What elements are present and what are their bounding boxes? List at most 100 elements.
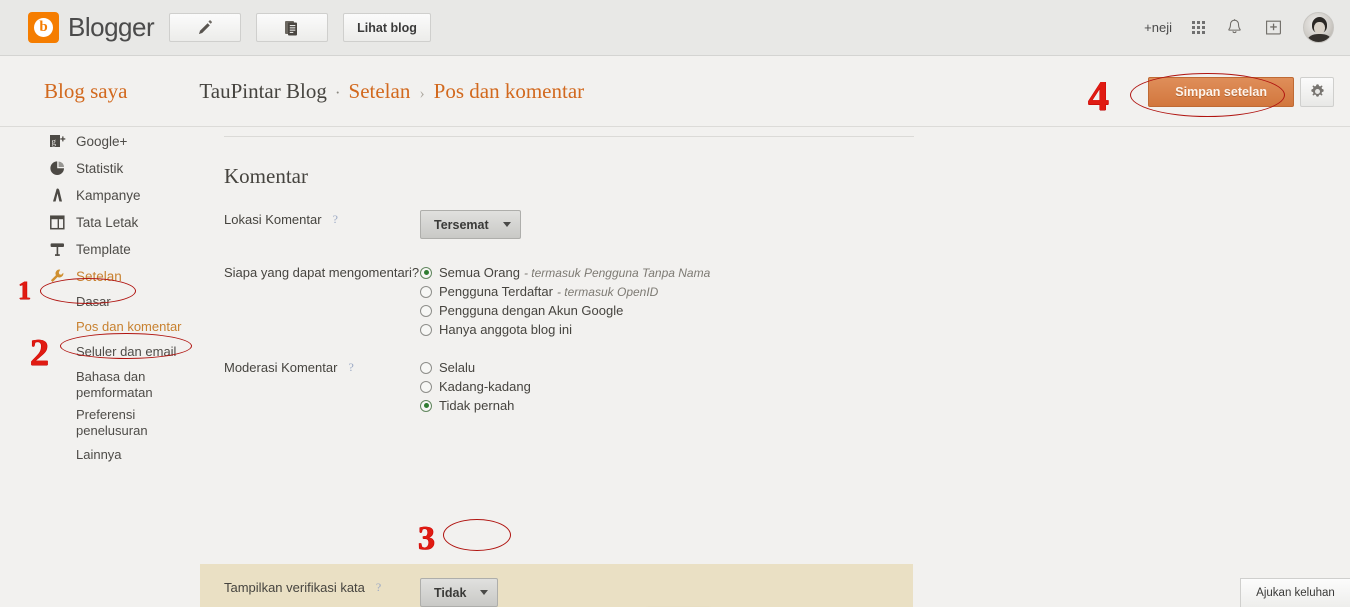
account-name[interactable]: +neji — [1144, 20, 1172, 35]
sidebar-label: Template — [76, 242, 131, 257]
radio-indicator — [420, 323, 432, 336]
sidebar-item-statistik[interactable]: Statistik — [0, 155, 200, 182]
setting-row-lokasi-komentar: Lokasi Komentar ? Tersemat — [200, 210, 915, 239]
pie-chart-icon — [48, 159, 67, 178]
sidebar-item-tata-letak[interactable]: Tata Letak — [0, 209, 200, 236]
radio-option-pengguna-terdaftar[interactable]: Pengguna Terdaftar - termasuk OpenID — [420, 282, 915, 301]
blogger-settings-page: b Blogger Lihat blog +neji Blog saya Tau… — [0, 0, 1350, 607]
sidebar-subitem-lainnya[interactable]: Lainnya — [0, 441, 200, 466]
sidebar-label: Kampanye — [76, 188, 141, 203]
sidebar-label: Statistik — [76, 161, 124, 176]
annotation-ellipse-setelan — [40, 278, 136, 304]
posts-list-icon — [283, 19, 301, 37]
sidebar-label: Google+ — [76, 134, 128, 149]
radio-indicator — [420, 380, 432, 393]
radio-option-anggota-blog[interactable]: Hanya anggota blog ini — [420, 320, 915, 339]
setting-row-siapa-mengomentari: Siapa yang dapat mengomentari? Semua Ora… — [200, 263, 915, 339]
setting-label-siapa: Siapa yang dapat mengomentari? — [200, 263, 420, 280]
annotation-ellipse-tidak-option — [443, 519, 511, 551]
settings-content-panel: Komentar Lokasi Komentar ? Tersemat Siap… — [200, 128, 1350, 607]
megaphone-icon — [48, 186, 67, 205]
share-plus-icon[interactable] — [1264, 18, 1283, 37]
breadcrumb-blog-name: TauPintar Blog — [199, 79, 327, 103]
setting-label-text: Lokasi Komentar — [224, 212, 322, 227]
new-post-button[interactable] — [169, 13, 242, 42]
sidebar-item-google-plus[interactable]: g Google+ — [0, 128, 200, 155]
radio-label: Hanya anggota blog ini — [439, 322, 572, 337]
bell-icon[interactable] — [1225, 18, 1244, 37]
help-icon[interactable]: ? — [333, 212, 338, 227]
setting-label-text: Siapa yang dapat mengomentari? — [224, 265, 420, 280]
radio-indicator — [420, 361, 432, 374]
top-navigation-bar: b Blogger Lihat blog +neji — [0, 0, 1350, 56]
page-title: Komentar — [224, 164, 308, 188]
radio-label: Tidak pernah — [439, 398, 515, 413]
setting-field-moderasi: Selalu Kadang-kadang Tidak pernah — [420, 358, 915, 415]
sidebar-subitem-bahasa-dan-pemformatan[interactable]: Bahasa dan pemformatan — [0, 365, 200, 403]
view-blog-button[interactable]: Lihat blog — [343, 13, 431, 42]
setting-label-text: Moderasi Komentar — [224, 360, 338, 375]
lokasi-komentar-dropdown[interactable]: Tersemat — [420, 210, 521, 239]
google-plus-icon: g — [48, 132, 67, 151]
topbar-right-group: +neji — [1144, 12, 1334, 43]
sidebar: g Google+ Statistik Kampanye Tata Letak … — [0, 128, 200, 607]
breadcrumb-separator: › — [419, 85, 425, 102]
radio-option-akun-google[interactable]: Pengguna dengan Akun Google — [420, 301, 915, 320]
feedback-tab[interactable]: Ajukan keluhan — [1240, 578, 1350, 607]
chevron-down-icon — [480, 590, 489, 595]
annotation-ellipse-save-button — [1130, 73, 1285, 117]
setting-field-siapa: Semua Orang - termasuk Pengguna Tanpa Na… — [420, 263, 915, 339]
apps-grid-icon[interactable] — [1192, 21, 1205, 34]
radio-label: Pengguna dengan Akun Google — [439, 303, 624, 318]
paint-roller-icon — [48, 240, 67, 259]
layout-grid-icon — [48, 213, 67, 232]
radio-label: Pengguna Terdaftar — [439, 284, 553, 299]
svg-text:g: g — [52, 136, 57, 146]
setting-row-moderasi-komentar: Moderasi Komentar ? Selalu Kadang-kadang… — [200, 358, 915, 415]
radio-indicator — [420, 266, 432, 279]
breadcrumb: TauPintar Blog · Setelan › Pos dan komen… — [199, 79, 584, 104]
setting-label-moderasi: Moderasi Komentar ? — [200, 358, 420, 375]
annotation-ellipse-pos-dan-komentar — [60, 333, 192, 359]
content-top-divider — [224, 136, 914, 137]
settings-gear-button[interactable] — [1300, 76, 1334, 107]
help-icon[interactable]: ? — [376, 580, 381, 595]
blogger-wordmark: Blogger — [68, 12, 155, 42]
blogger-logo[interactable]: b Blogger — [28, 12, 155, 43]
setting-label-text: Tampilkan verifikasi kata — [224, 580, 365, 595]
blogger-logo-tile: b — [28, 12, 59, 43]
view-blog-label: Lihat blog — [357, 20, 417, 35]
sidebar-item-template[interactable]: Template — [0, 236, 200, 263]
radio-indicator — [420, 399, 432, 412]
radio-indicator — [420, 304, 432, 317]
breadcrumb-current-page[interactable]: Pos dan komentar — [434, 79, 584, 104]
blogger-logo-letter: b — [34, 18, 53, 37]
breadcrumb-settings-link[interactable]: Setelan — [349, 79, 411, 104]
my-blogs-link[interactable]: Blog saya — [44, 79, 127, 104]
radio-option-selalu[interactable]: Selalu — [420, 358, 915, 377]
radio-option-tidak-pernah[interactable]: Tidak pernah — [420, 396, 915, 415]
dropdown-value: Tidak — [434, 585, 467, 600]
dropdown-value: Tersemat — [434, 217, 489, 232]
help-icon[interactable]: ? — [348, 360, 353, 375]
pencil-icon — [196, 19, 214, 37]
sidebar-item-kampanye[interactable]: Kampanye — [0, 182, 200, 209]
chevron-down-icon — [502, 222, 511, 227]
setting-field-verifikasi: Tidak — [420, 578, 915, 607]
all-posts-button[interactable] — [256, 13, 329, 42]
radio-option-semua-orang[interactable]: Semua Orang - termasuk Pengguna Tanpa Na… — [420, 263, 915, 282]
radio-option-kadang-kadang[interactable]: Kadang-kadang — [420, 377, 915, 396]
verifikasi-kata-dropdown[interactable]: Tidak — [420, 578, 499, 607]
sidebar-sublabel: Bahasa dan pemformatan — [76, 369, 153, 401]
sidebar-label: Tata Letak — [76, 215, 139, 230]
setting-row-verifikasi-kata: Tampilkan verifikasi kata ? Tidak — [200, 578, 915, 607]
sidebar-subitem-preferensi-penelusuran[interactable]: Preferensi penelusuran — [0, 403, 200, 441]
sidebar-sublabel: Lainnya — [76, 447, 122, 463]
radio-label: Semua Orang — [439, 265, 520, 280]
avatar[interactable] — [1303, 12, 1334, 43]
setting-label-verifikasi: Tampilkan verifikasi kata ? — [200, 578, 420, 595]
radio-label: Kadang-kadang — [439, 379, 531, 394]
gear-icon — [1309, 83, 1326, 100]
sidebar-sublabel: Preferensi penelusuran — [76, 407, 148, 439]
setting-label-lokasi: Lokasi Komentar ? — [200, 210, 420, 227]
